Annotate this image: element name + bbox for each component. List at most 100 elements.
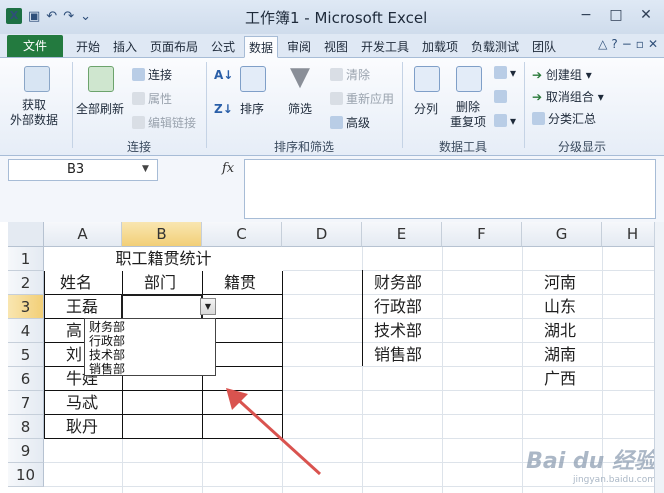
row-header-9[interactable]: 9: [8, 439, 44, 463]
connections-button[interactable]: 连接: [132, 66, 172, 83]
ungroup-button[interactable]: ➔ 取消组合 ▾: [532, 88, 604, 105]
tab-file[interactable]: 文件: [7, 35, 63, 57]
sort-za-icon[interactable]: Z↓: [214, 102, 233, 116]
insert-function-icon[interactable]: fx: [222, 161, 234, 176]
dropdown-option[interactable]: 技术部: [89, 348, 125, 362]
province-source-cell[interactable]: 山东: [544, 295, 576, 319]
worksheet-grid[interactable]: A B C D E F G H 1 2 3 4 5 6 7 8 9 10 职工籍…: [0, 222, 664, 493]
dropdown-option[interactable]: 行政部: [89, 334, 125, 348]
tab-addins[interactable]: 加载项: [418, 36, 462, 58]
tab-view[interactable]: 视图: [320, 36, 352, 58]
dropdown-option[interactable]: 销售部: [89, 362, 125, 376]
selected-cell-b3[interactable]: [121, 294, 203, 320]
dept-source-cell[interactable]: 财务部: [374, 271, 422, 295]
ribbon-minimize-icon[interactable]: △: [598, 37, 607, 51]
undo-icon[interactable]: ↶: [46, 9, 57, 24]
tab-team[interactable]: 团队: [528, 36, 560, 58]
name-cell[interactable]: 马忒: [66, 391, 98, 415]
header-name-cell[interactable]: 姓名: [60, 271, 92, 295]
reapply-button[interactable]: 重新应用: [330, 90, 394, 107]
col-header-d[interactable]: D: [282, 222, 362, 247]
remove-duplicates-button[interactable]: 删除 重复项: [450, 100, 486, 130]
clear-button[interactable]: 清除: [330, 66, 370, 83]
connections-label: 连接: [148, 68, 173, 82]
tab-load-test[interactable]: 负载测试: [467, 36, 523, 58]
province-source-cell[interactable]: 湖北: [544, 319, 576, 343]
name-cell[interactable]: 刘: [66, 343, 82, 367]
text-to-columns-button[interactable]: 分列: [414, 100, 438, 117]
province-source-cell[interactable]: 湖南: [544, 343, 576, 367]
close-icon[interactable]: ✕: [632, 4, 660, 26]
tab-formulas[interactable]: 公式: [207, 36, 239, 58]
maximize-icon[interactable]: □: [602, 4, 630, 26]
sheet-title-cell[interactable]: 职工籍贯统计: [44, 247, 283, 271]
col-header-b[interactable]: B: [122, 222, 202, 247]
filter-icon: ▼: [290, 62, 310, 92]
col-header-c[interactable]: C: [202, 222, 282, 247]
tab-page-layout[interactable]: 页面布局: [146, 36, 202, 58]
header-origin-cell[interactable]: 籍贯: [224, 271, 256, 295]
row-header-5[interactable]: 5: [8, 343, 44, 367]
filter-button[interactable]: 筛选: [288, 100, 312, 117]
name-cell[interactable]: 王磊: [66, 295, 98, 319]
redo-icon[interactable]: ↷: [63, 9, 74, 24]
doc-restore-icon[interactable]: ▫: [636, 37, 644, 51]
doc-minimize-icon[interactable]: −: [622, 37, 632, 51]
doc-close-icon[interactable]: ✕: [648, 37, 658, 51]
customize-qat-icon[interactable]: ⌄: [80, 9, 91, 24]
what-if-icon[interactable]: ▾: [494, 114, 516, 128]
row-header-6[interactable]: 6: [8, 367, 44, 391]
col-header-e[interactable]: E: [362, 222, 442, 247]
advanced-button[interactable]: 高级: [330, 114, 370, 131]
validation-dropdown-list[interactable]: 财务部 行政部 技术部 销售部: [84, 318, 216, 376]
edit-links-label: 编辑链接: [148, 116, 197, 130]
minimize-icon[interactable]: −: [572, 4, 600, 26]
tab-home[interactable]: 开始: [72, 36, 104, 58]
province-source-cell[interactable]: 广西: [544, 367, 576, 391]
row-header-2[interactable]: 2: [8, 271, 44, 295]
name-cell[interactable]: 耿丹: [66, 415, 98, 439]
dept-source-cell[interactable]: 行政部: [374, 295, 422, 319]
row-header-8[interactable]: 8: [8, 415, 44, 439]
dept-source-cell[interactable]: 销售部: [374, 343, 422, 367]
sort-az-icon[interactable]: A↓: [214, 68, 233, 82]
help-icon[interactable]: ?: [611, 37, 617, 51]
row-header-1[interactable]: 1: [8, 247, 44, 271]
ribbon-controls: △ ? − ▫ ✕: [598, 37, 658, 51]
row-header-3[interactable]: 3: [8, 295, 44, 319]
subtotal-button[interactable]: 分类汇总: [532, 110, 596, 127]
name-box[interactable]: B3: [8, 159, 158, 181]
group-button[interactable]: ➔ 创建组 ▾: [532, 66, 592, 83]
row-header-4[interactable]: 4: [8, 319, 44, 343]
tab-insert[interactable]: 插入: [109, 36, 141, 58]
edit-links-button[interactable]: 编辑链接: [132, 114, 196, 131]
refresh-all-button[interactable]: 全部刷新: [76, 100, 124, 117]
dept-source-cell[interactable]: 技术部: [374, 319, 422, 343]
gridline: [442, 247, 443, 493]
tab-developer[interactable]: 开发工具: [357, 36, 413, 58]
name-cell[interactable]: 高: [66, 319, 82, 343]
consolidate-icon[interactable]: [494, 90, 510, 104]
col-header-a[interactable]: A: [44, 222, 122, 247]
data-validation-icon[interactable]: ▾: [494, 66, 516, 80]
province-source-cell[interactable]: 河南: [544, 271, 576, 295]
properties-button[interactable]: 属性: [132, 90, 172, 107]
save-icon[interactable]: ▣: [28, 9, 40, 24]
select-all-corner[interactable]: [8, 222, 44, 247]
edit-links-icon: [132, 116, 145, 129]
get-external-data-button[interactable]: 获取 外部数据: [10, 98, 58, 128]
col-header-g[interactable]: G: [522, 222, 602, 247]
title-bar: X ▣ ↶ ↷ ⌄ 工作簿1 - Microsoft Excel − □ ✕: [0, 0, 664, 34]
formula-input[interactable]: [244, 159, 656, 219]
col-header-f[interactable]: F: [442, 222, 522, 247]
row-header-10[interactable]: 10: [8, 463, 44, 487]
header-dept-cell[interactable]: 部门: [144, 271, 176, 295]
tab-data[interactable]: 数据: [244, 36, 279, 58]
dropdown-option[interactable]: 财务部: [89, 320, 125, 334]
sort-button[interactable]: 排序: [240, 100, 264, 117]
validation-dropdown-button[interactable]: ▼: [200, 298, 216, 315]
tab-review[interactable]: 审阅: [283, 36, 315, 58]
name-box-dropdown-icon[interactable]: ▼: [142, 159, 149, 179]
row-header-7[interactable]: 7: [8, 391, 44, 415]
vertical-scrollbar[interactable]: [654, 222, 664, 493]
